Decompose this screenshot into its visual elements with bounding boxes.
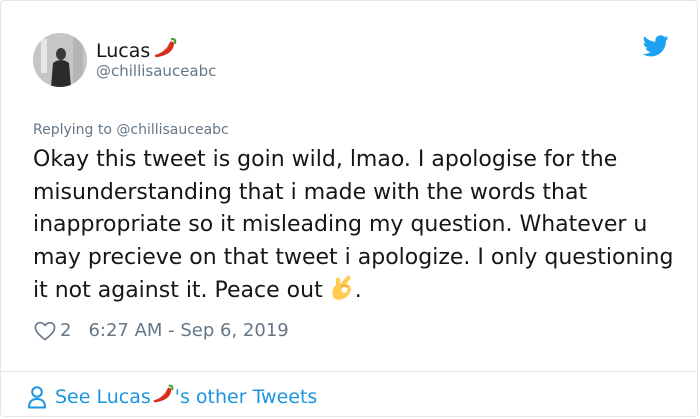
like-count: 2: [60, 320, 72, 341]
twitter-bird-icon[interactable]: [642, 35, 669, 61]
author-name-text: Lucas: [96, 39, 151, 62]
avatar-photo: [33, 33, 87, 87]
heart-icon: [34, 321, 56, 341]
chili-pepper-icon: [151, 381, 175, 412]
timestamp[interactable]: 6:27 AM - Sep 6, 2019: [88, 319, 288, 343]
ok-hand-icon: [329, 274, 355, 313]
see-more-suffix: 's other Tweets: [174, 385, 318, 408]
see-more-prefix: See Lucas: [55, 385, 151, 408]
tweet-text: Okay this tweet is goin wild, lmao. I ap…: [33, 144, 683, 313]
divider: [1, 371, 697, 372]
tweet-card: Lucas @chillisauceabc Replying to @chill…: [0, 0, 698, 417]
avatar[interactable]: [33, 33, 87, 87]
tweet-meta: 2 6:27 AM - Sep 6, 2019: [34, 319, 289, 343]
tweet-text-end: .: [354, 278, 362, 303]
author-handle[interactable]: @chillisauceabc: [96, 61, 216, 81]
see-other-tweets-link[interactable]: See Lucas 's other Tweets: [27, 381, 317, 412]
replying-to[interactable]: Replying to @chillisauceabc: [33, 120, 229, 140]
like-button[interactable]: 2: [34, 319, 88, 343]
person-icon: [28, 385, 46, 408]
